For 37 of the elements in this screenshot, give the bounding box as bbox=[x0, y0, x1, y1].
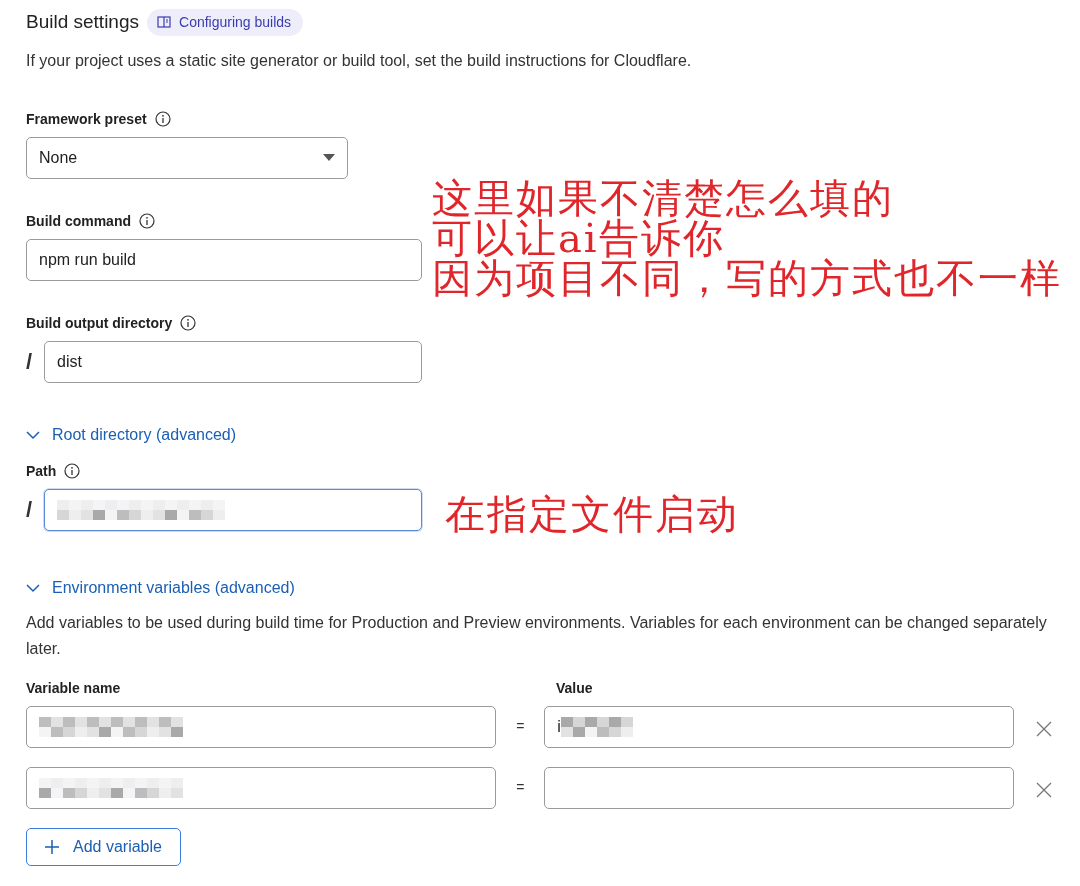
equals-sign: = bbox=[515, 717, 526, 736]
value-text: i bbox=[557, 716, 561, 737]
info-icon[interactable] bbox=[180, 315, 197, 331]
path-prefix: / bbox=[26, 348, 34, 376]
section-description: If your project uses a static site generator or build tool, set the build instructions for Cloudflare. bbox=[26, 50, 693, 71]
framework-select[interactable]: None bbox=[26, 136, 348, 179]
docs-link[interactable]: Configuring builds bbox=[147, 8, 304, 36]
variable-name-input[interactable] bbox=[26, 705, 497, 748]
add-variable-button[interactable]: Add variable bbox=[26, 827, 181, 866]
info-icon[interactable] bbox=[139, 213, 155, 229]
info-icon[interactable] bbox=[154, 111, 171, 127]
caret-icon bbox=[323, 154, 335, 161]
field-label: Build command bbox=[26, 211, 131, 231]
column-header: Variable name bbox=[26, 678, 122, 698]
path-prefix: / bbox=[26, 496, 34, 524]
close-icon bbox=[1036, 782, 1053, 799]
environment-variables-toggle[interactable]: Environment variables (advanced) bbox=[26, 575, 295, 600]
annotation-text: 这里如果不清楚怎么填的 可以让ai告诉你 因为项目不同，写的方式也不一样 bbox=[432, 178, 1062, 298]
field-label: Framework preset bbox=[26, 109, 147, 129]
field-label: Build output directory bbox=[26, 313, 173, 333]
root-directory-toggle[interactable]: Root directory (advanced) bbox=[26, 422, 237, 447]
plus-icon bbox=[45, 839, 59, 854]
section-description: Add variables to be used during build time for Production and Preview environments. Variables for each environment can be changed separately later. bbox=[26, 612, 1048, 659]
annotation-text: 在指定文件启动 bbox=[445, 494, 739, 534]
close-icon bbox=[1036, 721, 1053, 738]
input-field[interactable]: dist bbox=[44, 340, 422, 383]
variable-value-input[interactable]: i bbox=[544, 705, 1015, 748]
section-title: Build settings bbox=[26, 10, 139, 34]
path-input[interactable] bbox=[44, 488, 422, 531]
field-label: Path bbox=[26, 461, 57, 481]
column-header: Value bbox=[556, 678, 593, 698]
variable-value-input[interactable] bbox=[544, 766, 1015, 809]
input-field[interactable]: npm run build bbox=[26, 238, 422, 281]
equals-sign: = bbox=[515, 778, 526, 797]
info-icon[interactable] bbox=[64, 463, 81, 479]
book-icon bbox=[157, 16, 171, 29]
variable-name-input[interactable] bbox=[26, 766, 497, 809]
